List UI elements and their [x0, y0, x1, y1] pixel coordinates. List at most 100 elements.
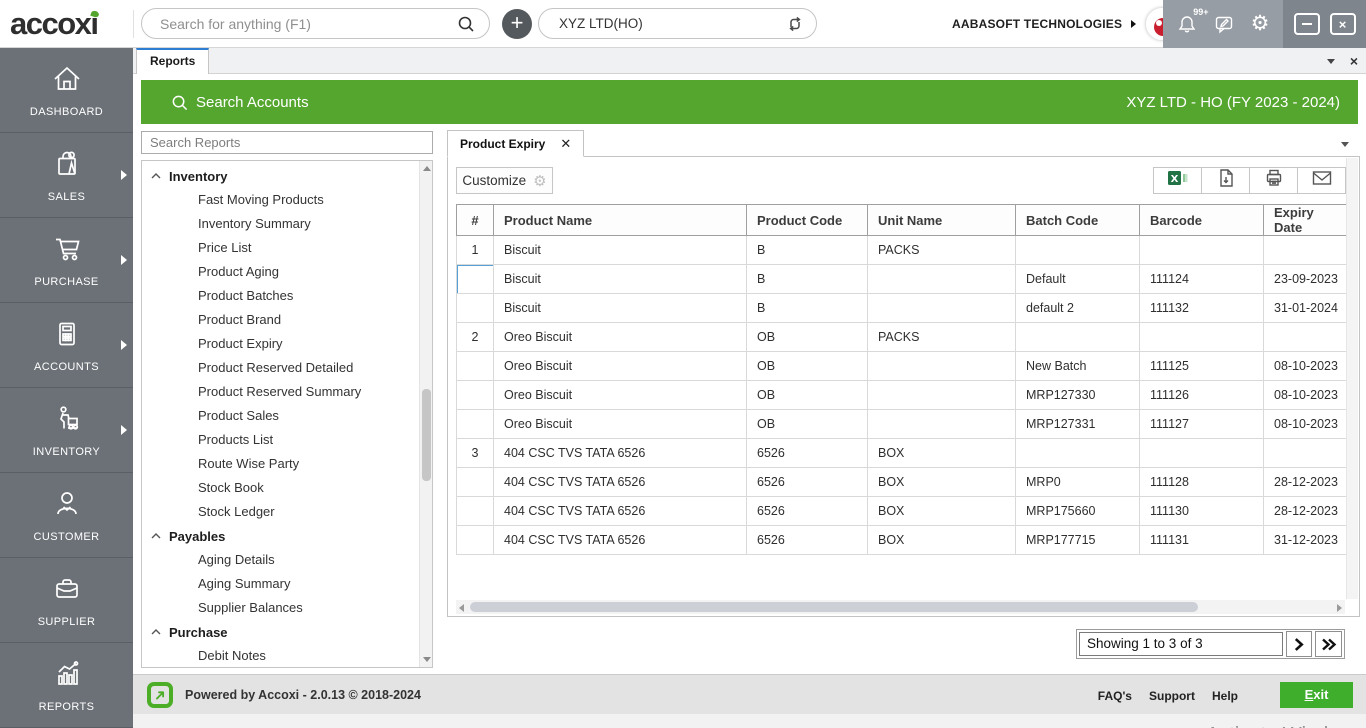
table-cell[interactable]: 08-10-2023 [1263, 380, 1349, 410]
switch-company-icon[interactable] [786, 15, 804, 33]
table-cell[interactable]: 404 CSC TVS TATA 6526 [493, 467, 747, 497]
table-row[interactable]: 404 CSC TVS TATA 6526 6526 BOX MRP177715 111… [456, 525, 1349, 555]
table-cell[interactable]: OB [746, 351, 868, 381]
tree-item-fast-moving-products[interactable]: Fast Moving Products [142, 188, 419, 212]
sidebar-item-customer[interactable]: CUSTOMER [0, 473, 133, 558]
table-cell[interactable]: Oreo Biscuit [493, 322, 747, 352]
table-cell[interactable]: 111127 [1139, 409, 1264, 439]
table-cell[interactable]: 08-10-2023 [1263, 351, 1349, 381]
next-page-button[interactable] [1285, 631, 1313, 657]
column-header-batch-code[interactable]: Batch Code [1015, 204, 1140, 236]
table-cell[interactable]: BOX [867, 467, 1016, 497]
table-cell[interactable] [456, 264, 494, 294]
tree-item-price-list[interactable]: Price List [142, 236, 419, 260]
table-cell[interactable] [1015, 322, 1140, 352]
tree-group-inventory[interactable]: Inventory [142, 164, 419, 188]
close-icon[interactable]: × [1329, 13, 1356, 35]
table-cell[interactable]: Biscuit [493, 264, 747, 294]
excel-export-button[interactable]: X [1153, 167, 1202, 194]
table-cell[interactable]: Oreo Biscuit [493, 409, 747, 439]
scrollbar-thumb[interactable] [470, 602, 1198, 612]
table-cell[interactable]: Oreo Biscuit [493, 380, 747, 410]
table-row[interactable]: Biscuit Bdefault 2 111132 31-01-2024 [456, 293, 1349, 323]
column-header-num[interactable]: # [456, 204, 494, 236]
scroll-left-icon[interactable] [459, 604, 464, 612]
tab-strip-close-icon[interactable]: × [1350, 52, 1358, 70]
table-cell[interactable]: 6526 [746, 438, 868, 468]
table-row[interactable]: 3 404 CSC TVS TATA 6526 6526 BOX [456, 438, 1349, 468]
sidebar-item-reports[interactable]: REPORTS [0, 643, 133, 728]
sidebar-item-sales[interactable]: SALES [0, 133, 133, 218]
sidebar-item-purchase[interactable]: PURCHASE [0, 218, 133, 303]
table-cell[interactable]: 6526 [746, 467, 868, 497]
print-button[interactable] [1249, 167, 1298, 194]
table-cell[interactable]: 28-12-2023 [1263, 496, 1349, 526]
table-cell[interactable]: 404 CSC TVS TATA 6526 [493, 438, 747, 468]
tree-item-product-aging[interactable]: Product Aging [142, 260, 419, 284]
table-cell[interactable] [1139, 438, 1264, 468]
tab-product-expiry[interactable]: Product Expiry ✕ [447, 130, 585, 157]
table-cell[interactable] [867, 351, 1016, 381]
table-cell[interactable]: 111132 [1139, 293, 1264, 323]
sidebar-item-accounts[interactable]: ACCOUNTS [0, 303, 133, 388]
sidebar-item-supplier[interactable]: SUPPLIER [0, 558, 133, 643]
table-cell[interactable]: 3 [456, 438, 494, 468]
tree-scrollbar[interactable] [419, 161, 432, 667]
table-cell[interactable]: MRP175660 [1015, 496, 1140, 526]
table-cell[interactable]: Biscuit [493, 235, 747, 265]
tree-item-product-reserved-detailed[interactable]: Product Reserved Detailed [142, 356, 419, 380]
table-cell[interactable]: BOX [867, 525, 1016, 555]
table-cell[interactable]: 111124 [1139, 264, 1264, 294]
table-cell[interactable] [867, 264, 1016, 294]
sidebar-item-dashboard[interactable]: DASHBOARD [0, 48, 133, 133]
tree-item-route-wise-party[interactable]: Route Wise Party [142, 452, 419, 476]
table-cell[interactable] [1139, 235, 1264, 265]
tree-item-product-sales[interactable]: Product Sales [142, 404, 419, 428]
table-cell[interactable]: B [746, 264, 868, 294]
table-cell[interactable] [456, 467, 494, 497]
table-cell[interactable]: MRP0 [1015, 467, 1140, 497]
table-row[interactable]: 404 CSC TVS TATA 6526 6526 BOX MRP0 111128 28… [456, 467, 1349, 497]
footer-link-support[interactable]: Support [1149, 689, 1195, 703]
email-button[interactable] [1297, 167, 1346, 194]
tree-group-purchase[interactable]: Purchase [142, 620, 419, 644]
table-cell[interactable]: default 2 [1015, 293, 1140, 323]
table-row[interactable]: Oreo Biscuit OB MRP127330 111126 08-10-2023 [456, 380, 1349, 410]
table-cell[interactable] [867, 293, 1016, 323]
table-cell[interactable]: New Batch [1015, 351, 1140, 381]
table-cell[interactable]: 6526 [746, 496, 868, 526]
table-cell[interactable] [456, 525, 494, 555]
tree-item-inventory-summary[interactable]: Inventory Summary [142, 212, 419, 236]
scroll-right-icon[interactable] [1337, 604, 1342, 612]
table-cell[interactable]: OB [746, 322, 868, 352]
tree-item-stock-ledger[interactable]: Stock Ledger [142, 500, 419, 524]
table-cell[interactable] [1139, 322, 1264, 352]
table-cell[interactable]: MRP127331 [1015, 409, 1140, 439]
table-cell[interactable] [1263, 438, 1349, 468]
table-cell[interactable]: B [746, 235, 868, 265]
column-header-barcode[interactable]: Barcode [1139, 204, 1264, 236]
column-header-unit-name[interactable]: Unit Name [867, 204, 1016, 236]
table-cell[interactable]: Oreo Biscuit [493, 351, 747, 381]
tree-item-debit-notes[interactable]: Debit Notes [142, 644, 419, 667]
customize-button[interactable]: Customize ⚙ [456, 167, 553, 194]
tab-close-icon[interactable]: ✕ [560, 136, 571, 152]
account-menu[interactable]: AABASOFT TECHNOLOGIES [952, 0, 1180, 48]
table-cell[interactable]: 6526 [746, 525, 868, 555]
table-row[interactable]: Oreo Biscuit OB MRP127331 111127 08-10-2023 [456, 409, 1349, 439]
tab-list-dropdown-icon[interactable] [1327, 59, 1335, 64]
table-cell[interactable]: 404 CSC TVS TATA 6526 [493, 525, 747, 555]
tree-item-product-brand[interactable]: Product Brand [142, 308, 419, 332]
table-cell[interactable]: PACKS [867, 322, 1016, 352]
table-cell[interactable]: 111128 [1139, 467, 1264, 497]
table-row[interactable]: Oreo Biscuit OB New Batch 111125 08-10-2023 [456, 351, 1349, 381]
scrollbar-thumb[interactable] [422, 389, 431, 481]
table-cell[interactable]: BOX [867, 438, 1016, 468]
messages-icon[interactable] [1214, 14, 1234, 34]
table-cell[interactable]: 111130 [1139, 496, 1264, 526]
vertical-scrollbar[interactable] [1346, 158, 1358, 599]
table-cell[interactable] [456, 380, 494, 410]
tab-reports[interactable]: Reports [136, 48, 210, 74]
table-cell[interactable] [456, 409, 494, 439]
table-row[interactable]: 1 Biscuit B PACKS [456, 235, 1349, 265]
